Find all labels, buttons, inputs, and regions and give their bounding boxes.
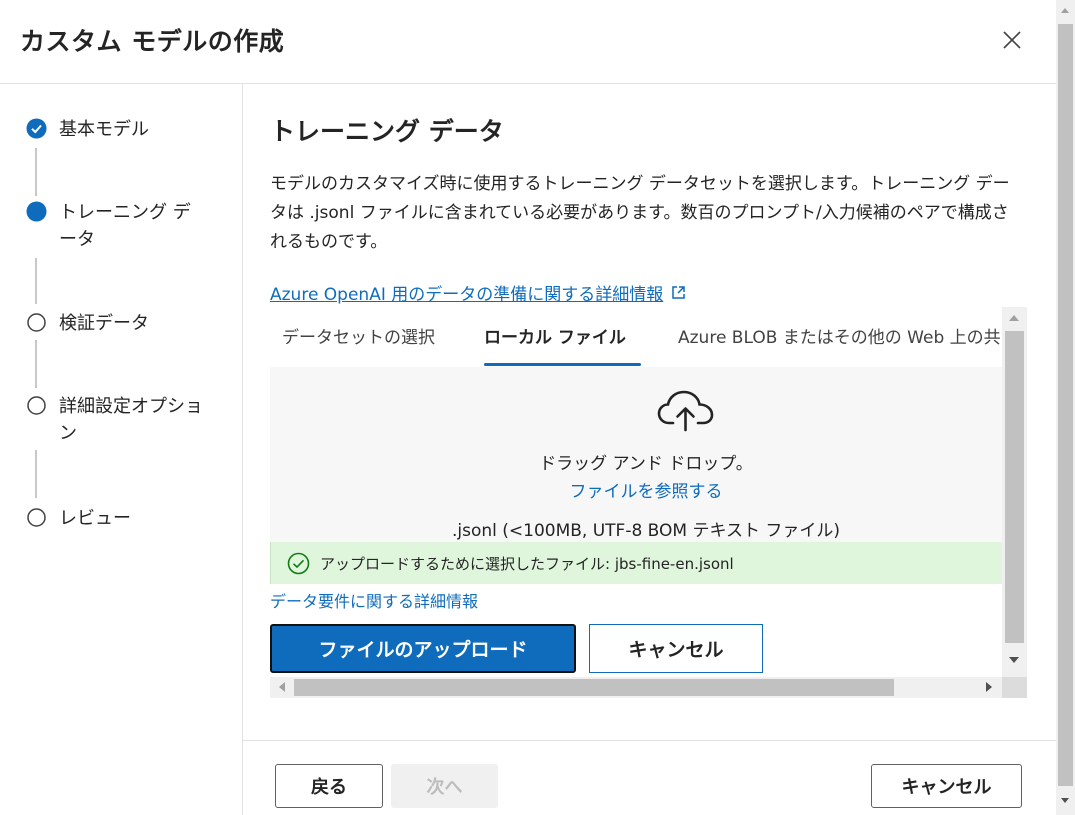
- scroll-up-arrow-icon[interactable]: [1009, 315, 1019, 321]
- step-base-model: 基本モデル: [26, 116, 219, 143]
- tab-select-dataset[interactable]: データセットの選択: [282, 323, 435, 348]
- tab-azure-blob[interactable]: Azure BLOB またはその他の Web 上の共: [678, 323, 1001, 348]
- step-validation-data: 検証データ: [26, 310, 219, 337]
- scroll-down-arrow-icon[interactable]: [1009, 657, 1019, 663]
- step-label: 詳細設定オプション: [59, 396, 203, 444]
- empty-circle-icon: [27, 508, 46, 527]
- horizontal-scroll-thumb[interactable]: [294, 679, 894, 696]
- file-dropzone[interactable]: ドラッグ アンド ドロップ。 ファイルを参照する .jsonl (<100MB,…: [270, 367, 1002, 542]
- dialog-header: カスタム モデルの作成: [0, 0, 1056, 84]
- step-label: レビュー: [59, 508, 131, 529]
- data-prep-info-link[interactable]: Azure OpenAI 用のデータの準備に関する詳細情報: [270, 280, 686, 305]
- step-review: レビュー: [26, 505, 219, 532]
- data-requirements-link[interactable]: データ要件に関する詳細情報: [270, 588, 478, 612]
- dialog-title: カスタム モデルの作成: [20, 27, 285, 56]
- tab-local-file[interactable]: ローカル ファイル: [484, 323, 626, 348]
- drag-drop-text: ドラッグ アンド ドロップ。: [539, 454, 753, 474]
- back-button[interactable]: 戻る: [275, 764, 383, 808]
- upload-status-bar: アップロードするために選択したファイル: jbs-fine-en.jsonl: [270, 542, 1002, 584]
- step-training-data: トレーニング データ: [26, 199, 204, 253]
- cancel-button[interactable]: キャンセル: [871, 764, 1022, 808]
- page-scroll-down-arrow-icon[interactable]: [1061, 798, 1069, 803]
- checkmark-circle-icon: [26, 118, 47, 139]
- step-label: 検証データ: [59, 313, 149, 334]
- page-vertical-scroll-thumb[interactable]: [1058, 24, 1073, 786]
- step-connector: [35, 450, 37, 498]
- external-link-icon: [672, 286, 686, 299]
- empty-circle-icon: [27, 313, 46, 332]
- next-button[interactable]: 次へ: [391, 764, 498, 808]
- empty-circle-icon: [27, 396, 46, 415]
- scroll-right-arrow-icon[interactable]: [986, 682, 992, 692]
- step-connector: [35, 148, 37, 196]
- section-description: モデルのカスタマイズ時に使用するトレーニング データセットを選択します。トレーニ…: [270, 174, 1010, 252]
- step-connector: [35, 340, 37, 388]
- info-link-label: Azure OpenAI 用のデータの準備に関する詳細情報: [270, 285, 664, 305]
- dialog-footer: 戻る 次へ キャンセル: [243, 740, 1056, 815]
- wizard-steps: 基本モデル トレーニング データ 検証データ 詳細設定オプション レビュー: [0, 84, 243, 815]
- step-label: トレーニング データ: [59, 202, 191, 250]
- file-format-hint: .jsonl (<100MB, UTF-8 BOM テキスト ファイル): [451, 521, 841, 541]
- section-title: トレーニング データ: [270, 117, 504, 146]
- success-check-icon: [287, 552, 310, 574]
- scrollbar-corner: [1002, 677, 1027, 698]
- source-tabs: データセットの選択 ローカル ファイル Azure BLOB またはその他の W…: [270, 307, 1002, 367]
- step-connector: [35, 258, 37, 304]
- step-advanced-options: 詳細設定オプション: [26, 393, 214, 447]
- browse-files-link[interactable]: ファイルを参照する: [270, 477, 1002, 502]
- cloud-upload-icon: [657, 390, 714, 432]
- page-scroll-up-arrow-icon[interactable]: [1061, 8, 1069, 13]
- active-tab-indicator: [484, 363, 641, 366]
- scroll-left-arrow-icon[interactable]: [279, 682, 285, 692]
- panel-horizontal-scrollbar[interactable]: [270, 677, 1002, 698]
- close-icon[interactable]: [1000, 28, 1024, 52]
- page-vertical-scrollbar[interactable]: [1056, 0, 1075, 815]
- vertical-scroll-thumb[interactable]: [1005, 331, 1024, 643]
- current-step-icon: [26, 201, 47, 222]
- upload-panel: データセットの選択 ローカル ファイル Azure BLOB またはその他の W…: [270, 307, 1027, 698]
- upload-file-button[interactable]: ファイルのアップロード: [270, 624, 576, 673]
- step-label: 基本モデル: [59, 119, 149, 140]
- upload-status-message: アップロードするために選択したファイル: jbs-fine-en.jsonl: [320, 554, 734, 573]
- panel-vertical-scrollbar[interactable]: [1002, 307, 1027, 677]
- cancel-upload-button[interactable]: キャンセル: [589, 624, 763, 673]
